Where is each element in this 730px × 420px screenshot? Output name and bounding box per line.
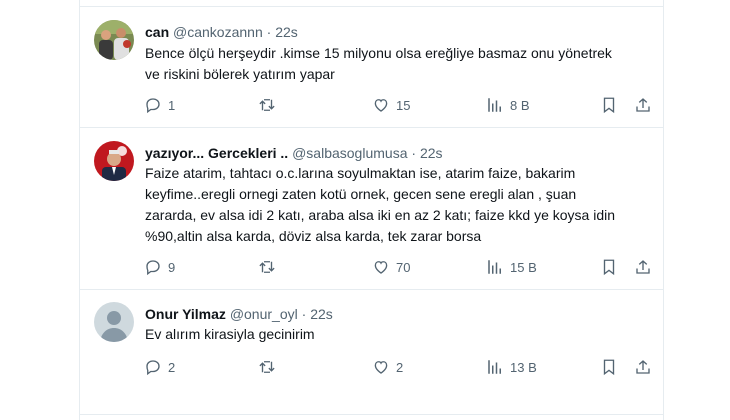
tweet[interactable]: can @cankozannn · 22s Bence ölçü herşeyd… bbox=[80, 6, 663, 127]
tweet-text-line: %90,altin alsa karda, döviz alsa karda, … bbox=[145, 228, 482, 244]
tweet-text: Ev alırım kirasiyla gecinirim bbox=[145, 324, 655, 345]
author-name[interactable]: can bbox=[145, 24, 169, 40]
reply-count: 2 bbox=[168, 359, 176, 375]
divider bbox=[80, 414, 663, 415]
heart-icon bbox=[374, 361, 388, 374]
like-button[interactable]: 15 bbox=[372, 95, 410, 115]
share-button[interactable] bbox=[634, 95, 652, 115]
like-count: 15 bbox=[396, 97, 411, 113]
author-name[interactable]: Onur Yilmaz bbox=[145, 306, 226, 322]
retweet-icon bbox=[259, 99, 275, 111]
views-button[interactable]: 8 B bbox=[486, 95, 530, 115]
bookmark-button[interactable] bbox=[600, 257, 618, 277]
reply-count: 1 bbox=[168, 97, 176, 113]
tweet[interactable]: Onur Yilmaz @onur_oyl · 22s Ev alırım ki… bbox=[80, 290, 663, 414]
tweet[interactable]: yazıyor... Gercekleri .. @salbasoglumusa… bbox=[80, 128, 663, 289]
views-count: 13 B bbox=[510, 359, 537, 375]
tweet-text: Faize atarim, tahtacı o.c.larına soyulma… bbox=[145, 163, 655, 247]
bookmark-icon bbox=[603, 97, 615, 114]
bookmark-button[interactable] bbox=[600, 95, 618, 115]
heart-icon bbox=[374, 261, 388, 274]
author-handle[interactable]: @cankozannn bbox=[173, 24, 263, 40]
tweet-header: yazıyor... Gercekleri .. @salbasoglumusa… bbox=[145, 144, 443, 162]
reply-button[interactable]: 1 bbox=[144, 95, 175, 115]
tweet-text-line: Bence ölçü herşeydir .kimse 15 milyonu o… bbox=[145, 45, 612, 61]
like-count: 70 bbox=[396, 259, 411, 275]
reply-icon bbox=[146, 260, 160, 276]
views-icon bbox=[488, 98, 501, 112]
bookmark-button[interactable] bbox=[600, 357, 618, 377]
views-icon bbox=[488, 260, 501, 274]
views-count: 8 B bbox=[510, 97, 530, 113]
views-icon bbox=[488, 360, 501, 374]
author-handle[interactable]: @salbasoglumusa bbox=[292, 145, 407, 161]
tweet-actions: 9 70 15 B bbox=[144, 257, 664, 277]
share-icon bbox=[636, 260, 650, 274]
author-name[interactable]: yazıyor... Gercekleri .. bbox=[145, 145, 288, 161]
share-button[interactable] bbox=[634, 357, 652, 377]
tweet-text-line: ve riskini bölerek yatırım yapar bbox=[145, 66, 335, 82]
timestamp[interactable]: 22s bbox=[310, 306, 333, 322]
author-handle[interactable]: @onur_oyl bbox=[230, 306, 298, 322]
retweet-icon bbox=[259, 261, 275, 273]
timeline: can @cankozannn · 22s Bence ölçü herşeyd… bbox=[79, 0, 664, 420]
tweet-text-line: Ev alırım kirasiyla gecinirim bbox=[145, 326, 315, 342]
views-count: 15 B bbox=[510, 259, 537, 275]
bookmark-icon bbox=[603, 259, 615, 276]
tweet-text-line: keyfime..eregli ornegi zaten kotü ornek,… bbox=[145, 186, 577, 202]
tweet-text: Bence ölçü herşeydir .kimse 15 milyonu o… bbox=[145, 43, 655, 85]
reply-icon bbox=[146, 98, 160, 114]
timestamp[interactable]: 22s bbox=[420, 145, 443, 161]
tweet-header: can @cankozannn · 22s bbox=[145, 23, 298, 41]
reply-count: 9 bbox=[168, 259, 176, 275]
reply-button[interactable]: 2 bbox=[144, 357, 175, 377]
retweet-button[interactable] bbox=[258, 95, 282, 115]
separator-dot: · bbox=[411, 145, 417, 161]
tweet-actions: 1 15 8 B bbox=[144, 95, 664, 115]
tweet-text-line: zararda, ev alsa idi 2 katı, araba alsa … bbox=[145, 207, 616, 223]
retweet-button[interactable] bbox=[258, 357, 282, 377]
avatar[interactable] bbox=[94, 20, 134, 60]
timestamp[interactable]: 22s bbox=[275, 24, 298, 40]
share-button[interactable] bbox=[634, 257, 652, 277]
views-button[interactable]: 13 B bbox=[486, 357, 537, 377]
tweet-actions: 2 2 13 B bbox=[144, 357, 664, 377]
separator-dot: · bbox=[266, 24, 272, 40]
tweet-header: Onur Yilmaz @onur_oyl · 22s bbox=[145, 305, 333, 323]
like-button[interactable]: 70 bbox=[372, 257, 410, 277]
reply-icon bbox=[146, 360, 160, 376]
retweet-button[interactable] bbox=[258, 257, 282, 277]
like-button[interactable]: 2 bbox=[372, 357, 403, 377]
reply-button[interactable]: 9 bbox=[144, 257, 175, 277]
avatar[interactable] bbox=[94, 141, 134, 181]
separator-dot: · bbox=[301, 306, 307, 322]
tweet-text-line: Faize atarim, tahtacı o.c.larına soyulma… bbox=[145, 165, 576, 181]
default-avatar[interactable] bbox=[94, 302, 134, 342]
heart-icon bbox=[374, 99, 388, 112]
retweet-icon bbox=[259, 361, 275, 373]
bookmark-icon bbox=[603, 359, 615, 376]
like-count: 2 bbox=[396, 359, 404, 375]
views-button[interactable]: 15 B bbox=[486, 257, 537, 277]
share-icon bbox=[636, 360, 650, 374]
share-icon bbox=[636, 98, 650, 112]
